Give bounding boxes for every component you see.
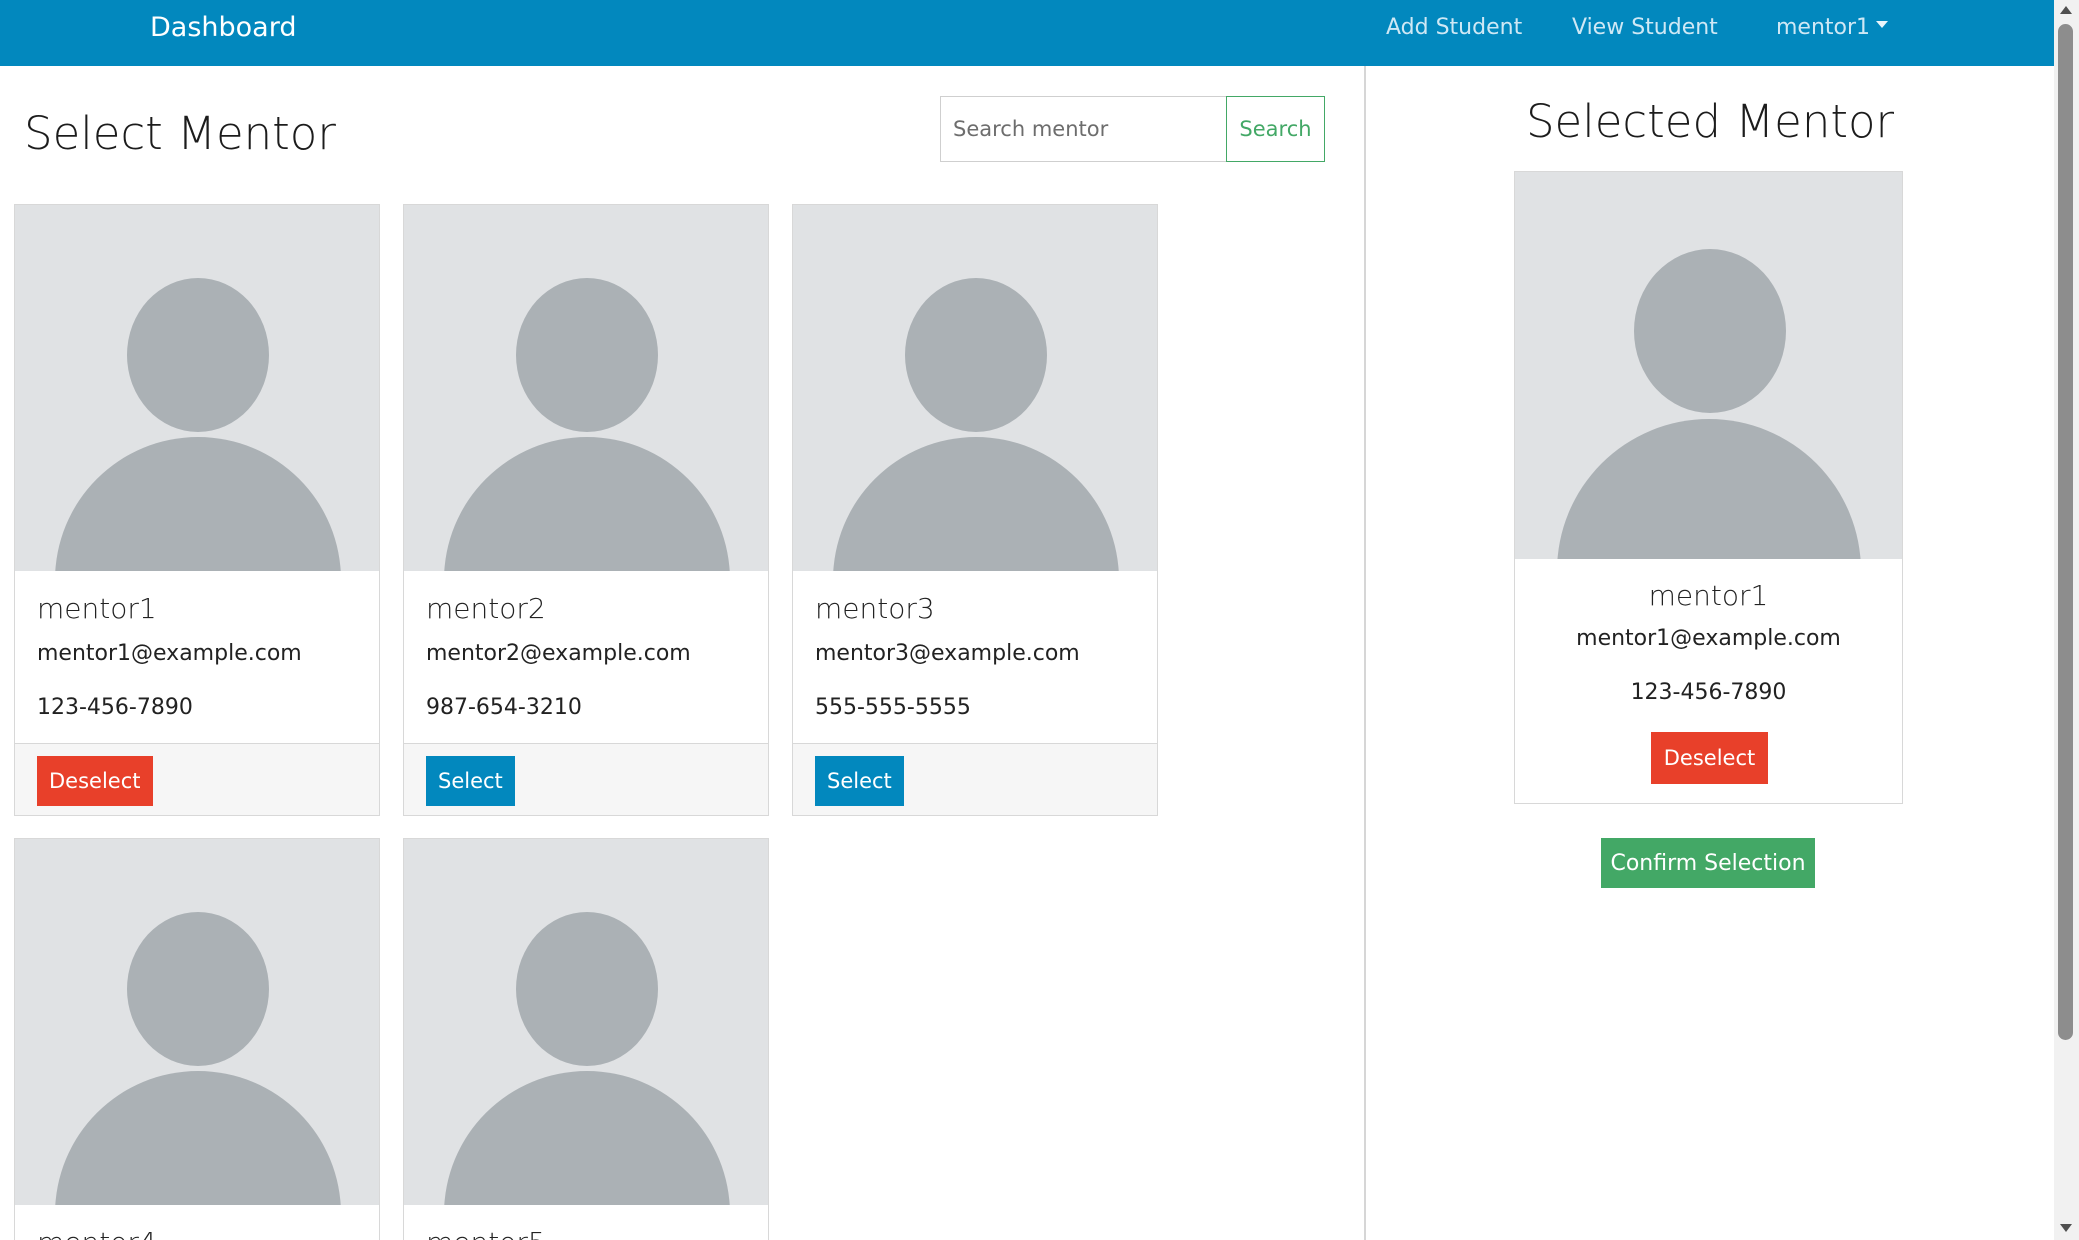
user-menu-dropdown[interactable]: mentor1	[1776, 14, 1889, 42]
avatar-body-shape	[833, 437, 1119, 571]
mentor-email: mentor3@example.com	[815, 641, 1080, 666]
selected-mentor-title: Selected Mentor	[1525, 95, 1895, 148]
avatar-head-shape	[1634, 249, 1786, 413]
card-footer: Deselect	[15, 743, 379, 815]
scroll-down-arrow-icon[interactable]	[2060, 1224, 2072, 1232]
mentor-email: mentor1@example.com	[37, 641, 302, 666]
mentor-card: mentor2 mentor2@example.com 987-654-3210…	[403, 204, 769, 816]
select-button[interactable]: Select	[815, 756, 904, 806]
selected-mentor-avatar	[1515, 172, 1902, 559]
selected-mentor-phone: 123-456-7890	[1630, 680, 1787, 705]
avatar-head-shape	[905, 278, 1047, 432]
mentor-avatar	[404, 839, 768, 1205]
mentor-name: mentor4	[37, 1225, 157, 1240]
nav-add-student[interactable]: Add Student	[1386, 14, 1522, 42]
mentor-name: mentor1	[37, 592, 157, 625]
mentor-avatar	[15, 839, 379, 1205]
mentor-name: mentor2	[426, 592, 546, 625]
mentor-avatar	[404, 205, 768, 571]
avatar-body-shape	[444, 1071, 730, 1205]
mentor-card: mentor4	[14, 838, 380, 1240]
avatar-head-shape	[127, 912, 269, 1066]
search-button[interactable]: Search	[1226, 96, 1325, 162]
selected-mentor-name: mentor1	[1648, 579, 1769, 612]
deselect-button[interactable]: Deselect	[37, 756, 153, 806]
scroll-up-arrow-icon[interactable]	[2060, 6, 2072, 14]
avatar-body-shape	[55, 1071, 341, 1205]
search-mentor-input[interactable]	[940, 96, 1226, 162]
column-divider	[1364, 66, 1366, 1240]
card-footer: Select	[793, 743, 1157, 815]
avatar-head-shape	[516, 278, 658, 432]
avatar-head-shape	[516, 912, 658, 1066]
mentor-phone: 123-456-7890	[37, 695, 193, 720]
select-button[interactable]: Select	[426, 756, 515, 806]
avatar-head-shape	[127, 278, 269, 432]
mentor-email: mentor2@example.com	[426, 641, 691, 666]
user-menu-label: mentor1	[1776, 15, 1871, 40]
scrollbar-thumb[interactable]	[2058, 24, 2073, 1040]
avatar-body-shape	[55, 437, 341, 571]
mentor-name: mentor5	[426, 1225, 546, 1240]
page-title: Select Mentor	[24, 107, 336, 160]
mentor-phone: 987-654-3210	[426, 695, 582, 720]
card-footer: Select	[404, 743, 768, 815]
brand-dashboard-link[interactable]: Dashboard	[150, 10, 296, 46]
top-navbar: Dashboard Add Student View Student mento…	[0, 0, 2054, 66]
mentor-name: mentor3	[815, 592, 935, 625]
selected-mentor-card: mentor1 mentor1@example.com 123-456-7890…	[1514, 171, 1903, 804]
mentor-phone: 555-555-5555	[815, 695, 971, 720]
confirm-selection-button[interactable]: Confirm Selection	[1601, 838, 1815, 888]
mentor-avatar	[793, 205, 1157, 571]
mentor-avatar	[15, 205, 379, 571]
mentor-card: mentor3 mentor3@example.com 555-555-5555…	[792, 204, 1158, 816]
avatar-body-shape	[1557, 419, 1861, 559]
nav-view-student[interactable]: View Student	[1572, 14, 1718, 42]
mentor-card: mentor1 mentor1@example.com 123-456-7890…	[14, 204, 380, 816]
selected-mentor-email: mentor1@example.com	[1576, 626, 1841, 651]
mentor-card: mentor5	[403, 838, 769, 1240]
avatar-body-shape	[444, 437, 730, 571]
caret-down-icon	[1876, 20, 1889, 28]
selected-deselect-button[interactable]: Deselect	[1651, 732, 1768, 784]
